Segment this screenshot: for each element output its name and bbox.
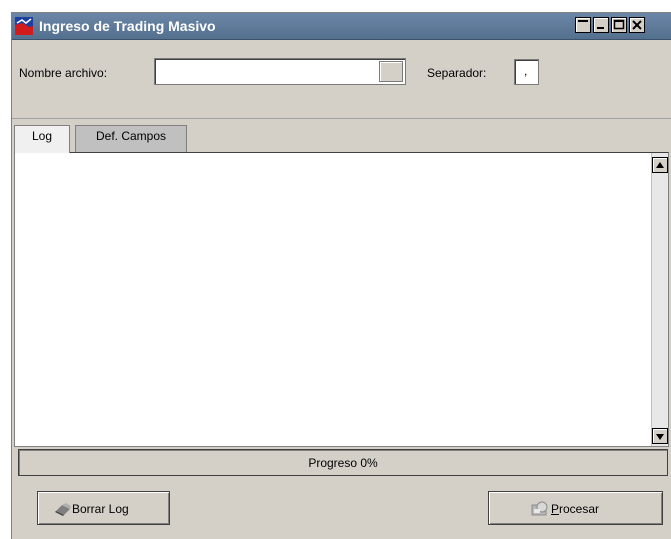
minimize-icon bbox=[578, 20, 588, 22]
eraser-icon bbox=[55, 503, 71, 516]
browse-button[interactable] bbox=[379, 61, 403, 82]
process-label: Procesar bbox=[551, 502, 599, 516]
separator-label: Separador: bbox=[427, 66, 487, 80]
form-divider bbox=[12, 118, 671, 119]
separator-value: , bbox=[524, 64, 528, 78]
file-name-input[interactable] bbox=[154, 58, 406, 85]
clear-log-label: Borrar Log bbox=[72, 502, 129, 516]
process-label-rest: rocesar bbox=[559, 502, 600, 516]
close-icon bbox=[632, 20, 642, 30]
file-name-label: Nombre archivo: bbox=[19, 66, 108, 80]
arrow-down-icon bbox=[656, 434, 664, 440]
scroll-up-button[interactable] bbox=[652, 157, 668, 173]
log-textarea[interactable] bbox=[14, 152, 669, 447]
tab-log[interactable]: Log bbox=[14, 125, 70, 153]
clear-log-button[interactable]: Borrar Log bbox=[37, 491, 170, 525]
close-button[interactable] bbox=[629, 17, 645, 33]
separator-input[interactable]: , bbox=[514, 59, 539, 85]
minimize-button[interactable] bbox=[575, 17, 591, 33]
app-icon bbox=[15, 17, 33, 35]
trading-window: Ingreso de Trading Masivo Nombre archivo… bbox=[11, 12, 671, 539]
maximize-icon bbox=[613, 19, 625, 30]
process-icon bbox=[531, 501, 548, 516]
title-bar[interactable]: Ingreso de Trading Masivo bbox=[12, 13, 671, 40]
process-button[interactable]: Procesar bbox=[488, 491, 663, 525]
tab-def-campos[interactable]: Def. Campos bbox=[75, 125, 187, 152]
progress-bar: Progreso 0% bbox=[18, 449, 668, 476]
progress-label: Progreso 0% bbox=[308, 456, 378, 470]
window-title: Ingreso de Trading Masivo bbox=[39, 18, 216, 34]
log-scrollbar[interactable] bbox=[651, 153, 668, 446]
restore-button[interactable] bbox=[593, 17, 609, 33]
arrow-up-icon bbox=[656, 162, 664, 168]
scroll-down-button[interactable] bbox=[652, 428, 668, 444]
maximize-button[interactable] bbox=[611, 17, 627, 33]
restore-icon bbox=[597, 27, 604, 29]
process-mnemonic: P bbox=[551, 502, 560, 516]
